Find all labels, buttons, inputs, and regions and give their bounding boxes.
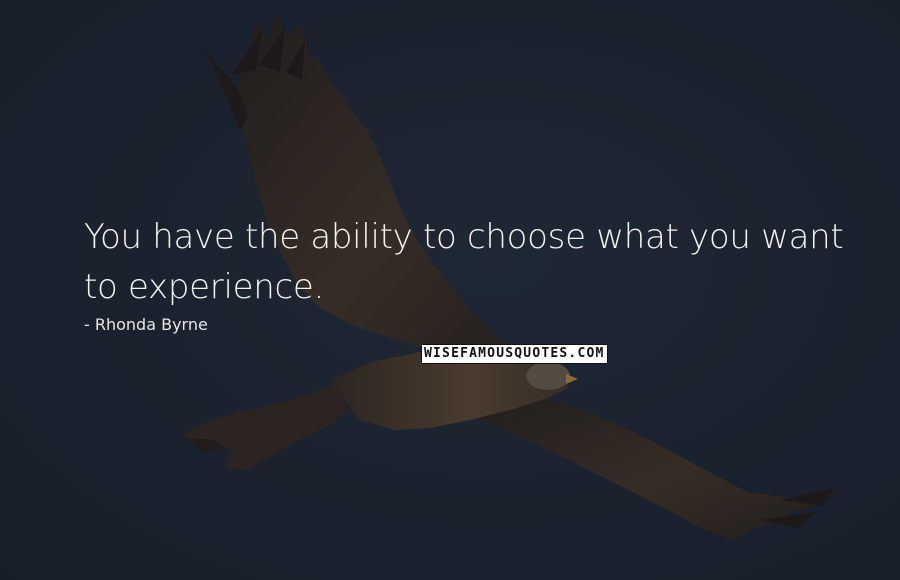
quote-image: You have the ability to choose what you … xyxy=(0,0,900,580)
quote-text: You have the ability to choose what you … xyxy=(84,217,844,307)
quote-author: - Rhonda Byrne xyxy=(84,315,208,334)
watermark-logo: WISEFAMOUSQUOTES.COM xyxy=(421,344,608,364)
